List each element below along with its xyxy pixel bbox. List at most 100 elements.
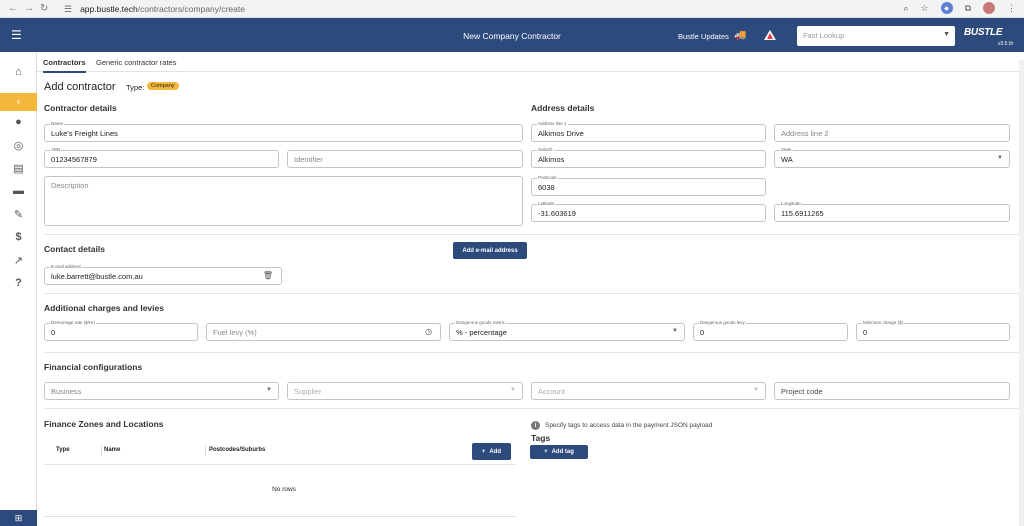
browser-actions: ⌕ ☆ ◆ ⧉ ⋮ xyxy=(903,2,1016,14)
abn-label: ABN xyxy=(50,147,62,153)
add-tag-button[interactable]: + Add tag xyxy=(530,445,588,459)
column-name[interactable]: Name xyxy=(104,447,120,453)
address-line1-field[interactable]: Address line 1 Alkimos Drive xyxy=(531,121,766,142)
back-icon[interactable]: ← xyxy=(8,3,18,14)
longitude-field[interactable]: Longitude 115.6911265 xyxy=(774,201,1010,222)
reload-icon[interactable]: ↻ xyxy=(40,3,48,14)
tags-heading: Tags xyxy=(531,433,551,443)
chart-line-icon[interactable]: ↗ xyxy=(0,249,37,271)
dangerous-goods-levy-value: 0 xyxy=(700,328,705,337)
demurrage-rate-label: Demurrage rate ($/Hr) xyxy=(50,320,97,326)
divider xyxy=(44,234,1021,235)
suburb-field[interactable]: Suburb Alkimos xyxy=(531,147,766,168)
trash-icon[interactable]: 🗑 xyxy=(263,271,273,280)
grid-footer-border xyxy=(44,516,516,517)
dangerous-goods-levy-field[interactable]: Dangerous goods levy 0 xyxy=(693,320,848,341)
contact-details-heading: Contact details xyxy=(44,244,105,254)
latitude-value: -31.603619 xyxy=(538,209,576,218)
business-placeholder: Business xyxy=(51,387,82,396)
plus-icon: + xyxy=(544,449,548,455)
identifier-field[interactable]: Identifier xyxy=(287,150,523,168)
abn-field[interactable]: ABN 01234567879 xyxy=(44,147,279,168)
identifier-placeholder: Identifier xyxy=(294,155,323,164)
browser-menu-icon[interactable]: ⋮ xyxy=(1007,3,1016,14)
coins-icon[interactable]: ◎ xyxy=(0,134,37,156)
type-badge: Company xyxy=(147,82,179,90)
add-email-button[interactable]: Add e-mail address xyxy=(453,242,527,259)
tab-contractors[interactable]: Contractors xyxy=(43,58,86,73)
name-field[interactable]: Name Luke's Freight Lines xyxy=(44,121,523,142)
no-rows-message: No rows xyxy=(272,486,296,493)
info-icon: i xyxy=(531,421,540,430)
dangerous-goods-metric-select[interactable]: Dangerous goods metric % - percentage ▼ xyxy=(449,320,685,341)
bottom-expand-icon[interactable]: ⊞ xyxy=(0,510,37,526)
extensions-puzzle-icon[interactable]: ⧉ xyxy=(965,3,971,14)
latitude-label: Latitude xyxy=(537,201,556,207)
home-icon[interactable]: ⌂ xyxy=(0,61,37,83)
profile-avatar[interactable] xyxy=(983,2,995,14)
supplier-placeholder: Supplier xyxy=(294,387,322,396)
demurrage-rate-field[interactable]: Demurrage rate ($/Hr) 0 xyxy=(44,320,198,341)
column-postcodes-suburbs[interactable]: Postcodes/Suburbs xyxy=(209,447,265,453)
user-icon[interactable]: ● xyxy=(0,111,37,133)
postcode-field[interactable]: Postcode 6038 xyxy=(531,175,766,196)
state-value: WA xyxy=(781,155,793,164)
chevron-down-icon[interactable]: ▼ xyxy=(510,387,516,393)
finance-zones-heading: Finance Zones and Locations xyxy=(44,419,164,429)
contractor-details-heading: Contractor details xyxy=(44,103,117,113)
chevron-down-icon[interactable]: ▼ xyxy=(753,387,759,393)
chevron-down-icon[interactable]: ▼ xyxy=(997,155,1003,161)
charges-heading: Additional charges and levies xyxy=(44,303,164,313)
dollar-icon[interactable]: $ xyxy=(0,226,37,248)
clock-icon[interactable]: ◷ xyxy=(425,327,432,336)
column-type[interactable]: Type xyxy=(56,447,70,453)
chevron-down-icon[interactable]: ▼ xyxy=(672,328,678,334)
project-code-placeholder: Project code xyxy=(781,387,823,396)
chevron-down-icon[interactable]: ▼ xyxy=(266,387,272,393)
bustle-updates-link[interactable]: Bustle Updates xyxy=(678,32,729,41)
name-value: Luke's Freight Lines xyxy=(51,129,118,138)
account-select[interactable]: Account ▼ xyxy=(531,382,766,400)
address-line1-label: Address line 1 xyxy=(537,121,568,127)
description-field[interactable]: Description xyxy=(44,176,523,226)
email-field[interactable]: E-mail address luke.barrett@bustle.com.a… xyxy=(44,264,282,285)
fast-lookup-input[interactable]: Fast Lookup ▼ xyxy=(797,26,955,46)
divider xyxy=(44,408,1021,409)
address-line1-value: Alkimos Drive xyxy=(538,129,584,138)
state-select[interactable]: State WA ▼ xyxy=(774,147,1010,168)
alert-triangle-icon[interactable] xyxy=(764,30,776,40)
email-value: luke.barrett@bustle.com.au xyxy=(51,272,143,281)
chevron-down-icon[interactable]: ▼ xyxy=(943,31,950,38)
address-bar[interactable]: ☰ app.bustle.tech/contractors/company/cr… xyxy=(64,2,884,16)
truck-icon[interactable]: 🚚 xyxy=(734,30,746,41)
latitude-field[interactable]: Latitude -31.603619 xyxy=(531,201,766,222)
business-select[interactable]: Business ▼ xyxy=(44,382,279,400)
fuel-levy-placeholder: Fuel levy (%) xyxy=(213,328,257,337)
supplier-select[interactable]: Supplier ▼ xyxy=(287,382,523,400)
account-placeholder: Account xyxy=(538,387,566,396)
bookmark-star-icon[interactable]: ☆ xyxy=(920,3,928,14)
suburb-label: Suburb xyxy=(537,147,554,153)
longitude-label: Longitude xyxy=(780,201,802,207)
list-card-icon[interactable]: ▤ xyxy=(0,157,37,179)
dangerous-goods-metric-label: Dangerous goods metric xyxy=(455,320,507,326)
fuel-levy-field[interactable]: Fuel levy (%) ◷ xyxy=(206,323,441,341)
type-label: Type: xyxy=(126,83,145,92)
demurrage-rate-value: 0 xyxy=(51,328,56,337)
postcode-value: 6038 xyxy=(538,183,555,192)
project-code-field[interactable]: Project code xyxy=(774,382,1010,400)
tab-generic-contractor-rates[interactable]: Generic contractor rates xyxy=(96,58,176,67)
address-line2-field[interactable]: Address line 2 xyxy=(774,124,1010,142)
postcode-label: Postcode xyxy=(537,175,558,181)
zoom-icon[interactable]: ⌕ xyxy=(903,3,908,14)
minimum-charge-field[interactable]: Minimum charge ($) 0 xyxy=(856,320,1010,341)
page-scrollbar[interactable] xyxy=(1019,60,1024,526)
help-icon[interactable]: ? xyxy=(0,272,37,294)
zones-grid-header: Type Name Postcodes/Suburbs xyxy=(44,444,516,458)
wrench-icon[interactable]: ✎ xyxy=(0,203,37,225)
forward-icon[interactable]: → xyxy=(24,3,34,14)
bed-icon[interactable]: ▬ xyxy=(0,180,37,202)
collapse-sidebar-icon[interactable]: ‹ xyxy=(0,93,37,111)
extension-icon[interactable]: ◆ xyxy=(940,2,953,14)
site-info-icon[interactable]: ☰ xyxy=(64,4,72,15)
